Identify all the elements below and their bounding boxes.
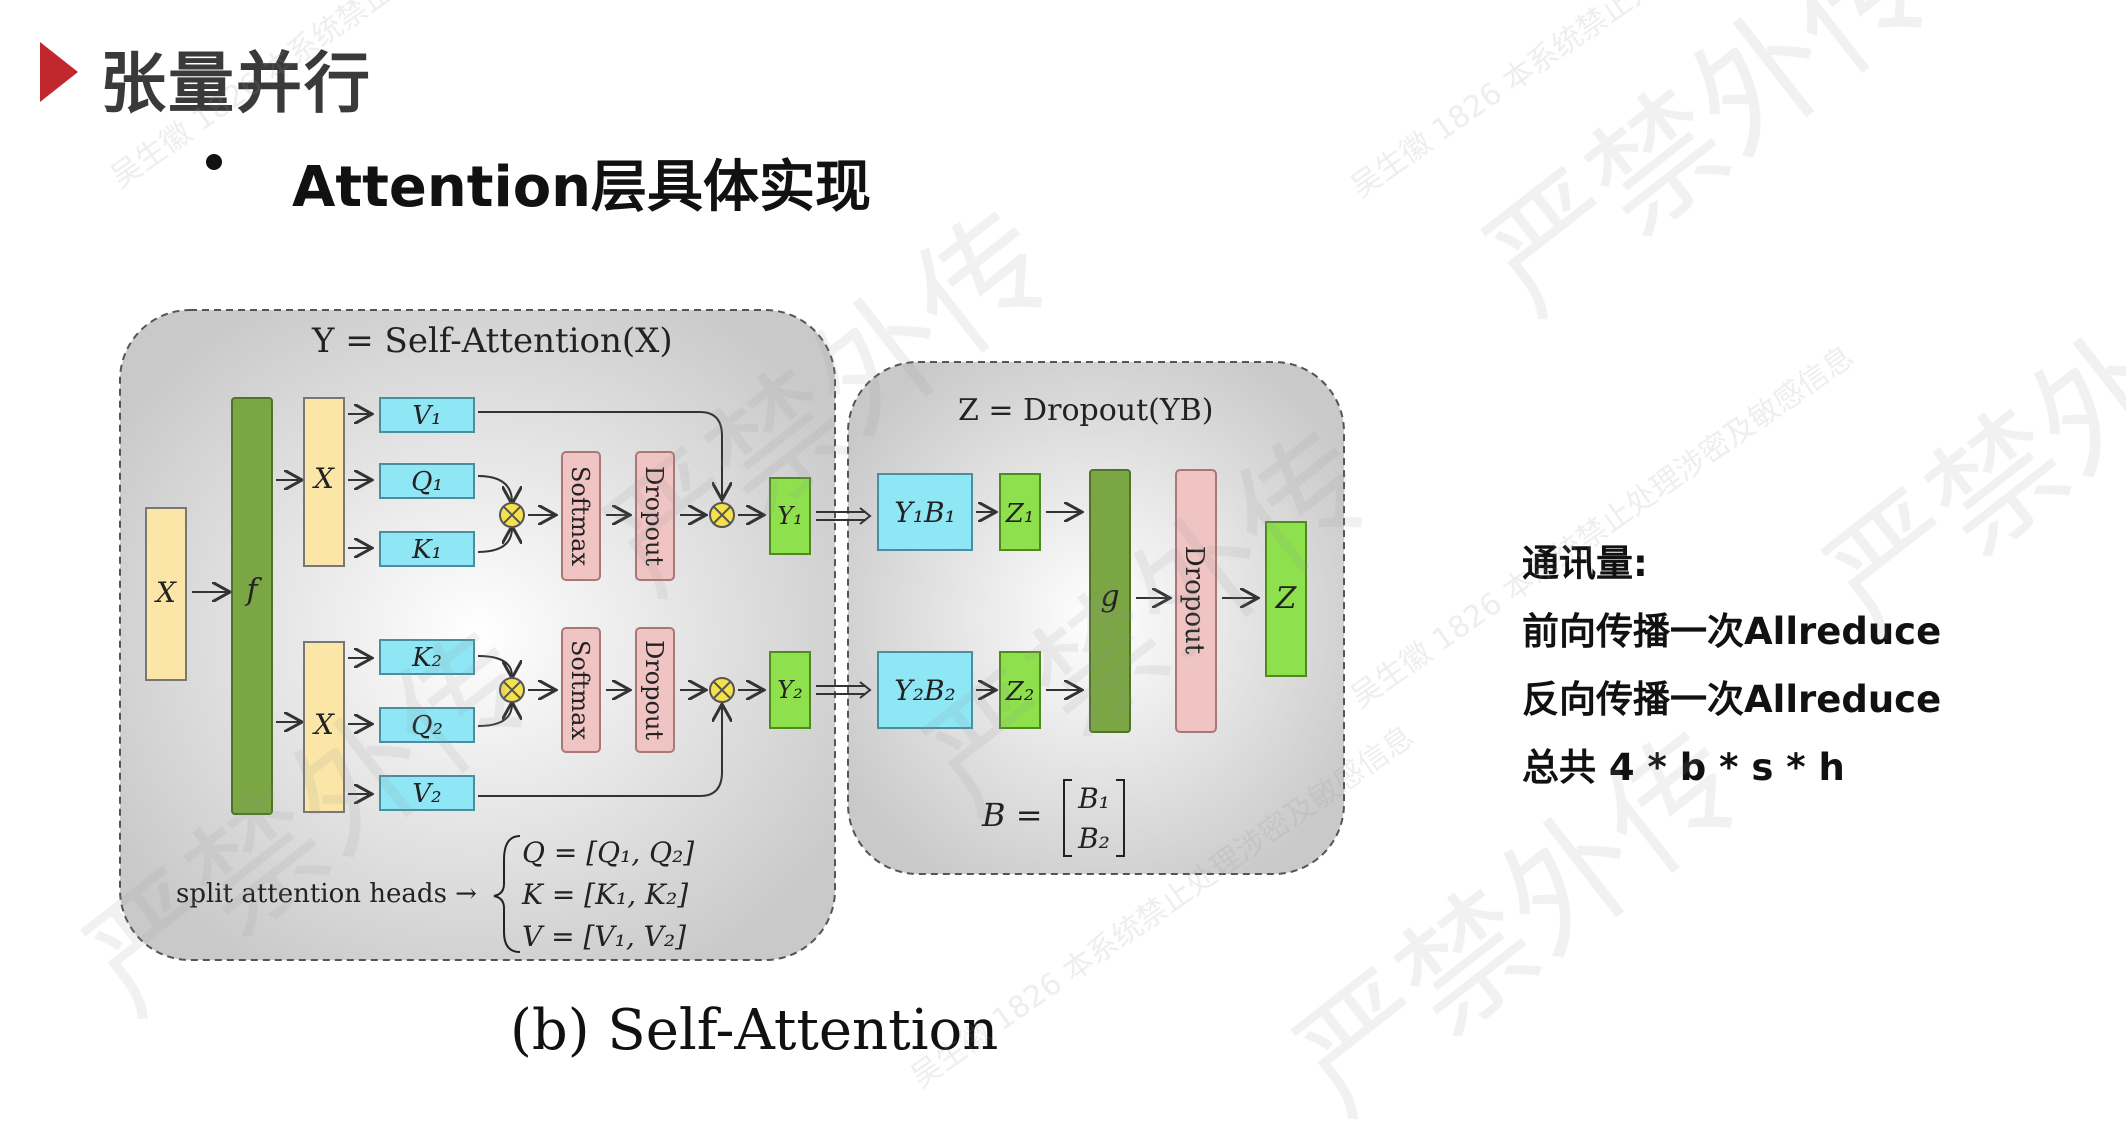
z2-label: Z₂ bbox=[1005, 677, 1035, 707]
diagram-caption: (b) Self-Attention bbox=[510, 998, 999, 1063]
communication-line-forward: 前向传播一次Allreduce bbox=[1522, 610, 1942, 653]
left-panel-title: Y = Self-Attention(X) bbox=[311, 321, 673, 361]
head2-x-label: X bbox=[312, 708, 335, 741]
watermark: 严禁外传 bbox=[1457, 0, 1962, 343]
watermark: 吴生徽 1826 本系统禁止处理涉密及敏感信息 bbox=[1344, 0, 1861, 206]
head1-dropout-label: Dropout bbox=[640, 466, 668, 566]
z1-label: Z₁ bbox=[1005, 499, 1035, 529]
output-z-label: Z bbox=[1275, 581, 1298, 616]
right-panel-title: Z = Dropout(YB) bbox=[958, 393, 1213, 428]
head1-softmax-label: Softmax bbox=[566, 466, 594, 566]
split-q: Q = [Q₁, Q₂] bbox=[522, 836, 694, 869]
self-attention-diagram: Y = Self-Attention(X) Z = Dropout(YB) X … bbox=[119, 309, 1345, 961]
head1-v-label: V₁ bbox=[412, 401, 441, 431]
communication-line-backward: 反向传播一次Allreduce bbox=[1522, 678, 1942, 721]
communication-heading: 通讯量: bbox=[1522, 542, 1648, 585]
yb1-label: Y₁B₁ bbox=[894, 496, 956, 529]
head2-softmax-label: Softmax bbox=[566, 640, 594, 740]
split-k: K = [K₁, K₂] bbox=[521, 878, 688, 911]
head2-q-label: Q₂ bbox=[411, 711, 443, 741]
right-dropout-label: Dropout bbox=[1179, 546, 1209, 655]
head1-x-label: X bbox=[312, 462, 335, 495]
communication-note: 通讯量: 前向传播一次Allreduce 反向传播一次Allreduce 总共 … bbox=[1522, 530, 1941, 802]
left-panel bbox=[119, 309, 836, 961]
split-v: V = [V₁, V₂] bbox=[522, 920, 686, 953]
b-row2: B₂ bbox=[1077, 822, 1110, 855]
head1-y-label: Y₁ bbox=[777, 502, 802, 530]
head2-k-label: K₂ bbox=[411, 643, 442, 673]
head2-dropout-label: Dropout bbox=[640, 640, 668, 740]
b-matrix-label: B = bbox=[981, 796, 1043, 834]
head2-y-label: Y₂ bbox=[777, 676, 802, 704]
g-label: g bbox=[1100, 579, 1119, 614]
yb2-label: Y₂B₂ bbox=[894, 674, 956, 707]
head2-v-label: V₂ bbox=[412, 779, 441, 809]
split-label: split attention heads → bbox=[176, 879, 477, 909]
head1-q-label: Q₁ bbox=[411, 467, 443, 497]
communication-line-total: 总共 4 * b * s * h bbox=[1522, 746, 1845, 789]
b-row1: B₁ bbox=[1077, 782, 1110, 815]
head1-k-label: K₁ bbox=[411, 535, 442, 565]
input-x-label: X bbox=[154, 576, 177, 609]
